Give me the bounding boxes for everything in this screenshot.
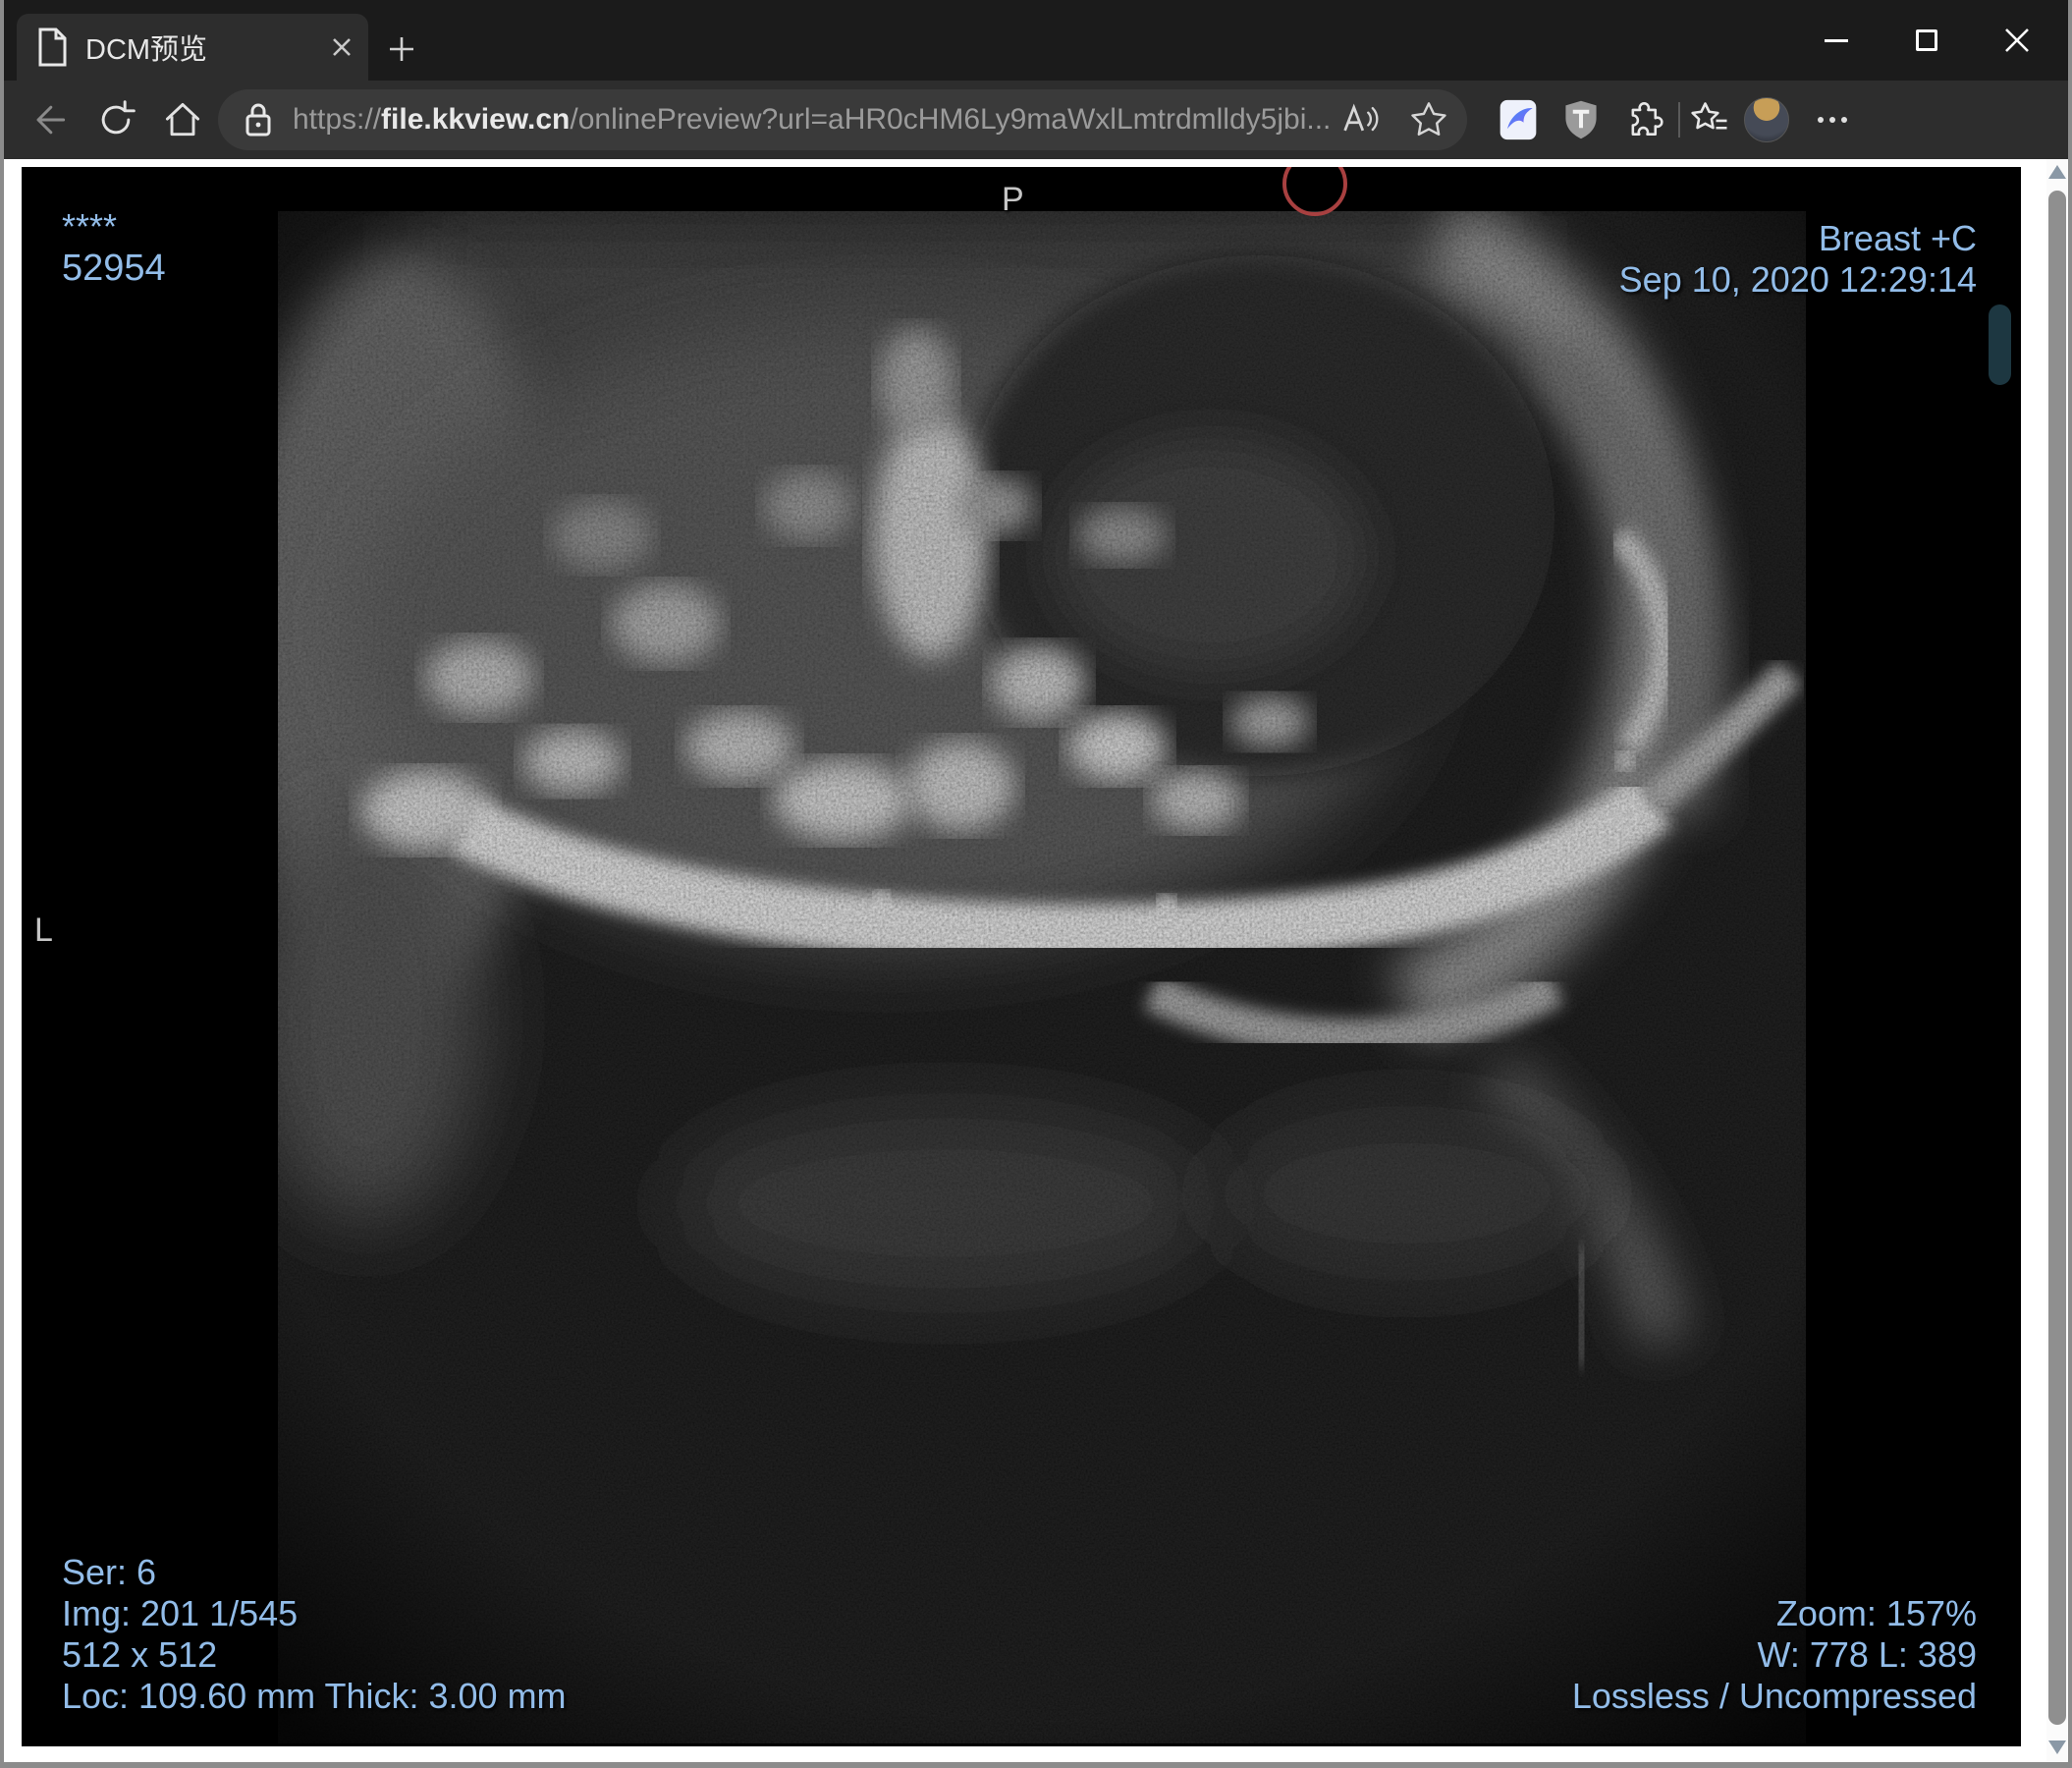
mri-image xyxy=(278,211,1806,1743)
scroll-down-arrow-icon[interactable] xyxy=(2048,1740,2066,1754)
zoom-level: Zoom: 157% xyxy=(1775,1593,1977,1633)
compression-info: Lossless / Uncompressed xyxy=(1571,1676,1977,1716)
slice-location: Loc: 109.60 mm Thick: 3.00 mm xyxy=(62,1676,567,1716)
puzzle-icon xyxy=(1631,102,1663,136)
page-scrollbar[interactable] xyxy=(2046,159,2068,1762)
close-icon xyxy=(2005,28,2029,52)
star-icon xyxy=(1411,102,1446,137)
tab-title: DCM预览 xyxy=(85,34,208,66)
extension-tampermonkey-button[interactable] xyxy=(1559,98,1603,141)
extension-thunder-button[interactable] xyxy=(1497,98,1540,141)
window-controls xyxy=(1791,0,2062,81)
patient-number: 52954 xyxy=(62,248,166,289)
url-scheme: https:// xyxy=(293,103,382,136)
overlay-top-left: **** 52954 xyxy=(62,206,166,289)
overlay-bottom-right: Zoom: 157% W: 778 L: 389 Lossless / Unco… xyxy=(1572,1593,1977,1717)
collections-button[interactable] xyxy=(1689,98,1732,141)
read-aloud-icon xyxy=(1343,103,1379,132)
new-tab-button[interactable] xyxy=(382,29,421,69)
favorite-star-button[interactable] xyxy=(1408,99,1449,140)
orientation-marker-left: L xyxy=(34,912,53,949)
browser-window: DCM预览 https://file.kkview.cn/onlinePrevi… xyxy=(0,0,2072,1768)
extensions-button[interactable] xyxy=(1620,98,1663,141)
study-name: Breast +C xyxy=(1818,218,1977,258)
url-path: /onlinePreview?url=aHR0cHM6Ly9maWxlLmtrd… xyxy=(570,103,1332,136)
minimize-icon xyxy=(1825,38,1848,42)
back-button[interactable] xyxy=(27,98,71,141)
refresh-button[interactable] xyxy=(94,98,137,141)
star-list-icon xyxy=(1691,102,1727,130)
home-icon xyxy=(165,102,200,137)
toolbar: https://file.kkview.cn/onlinePreview?url… xyxy=(4,81,2068,159)
shield-t-icon xyxy=(1565,100,1597,139)
read-aloud-button[interactable] xyxy=(1339,100,1383,139)
url-host: file.kkview.cn xyxy=(381,103,571,136)
url-text[interactable]: https://file.kkview.cn/onlinePreview?url… xyxy=(293,103,1339,137)
scroll-up-arrow-icon[interactable] xyxy=(2048,165,2066,179)
arrow-left-icon xyxy=(36,105,66,135)
series-number: Ser: 6 xyxy=(62,1552,157,1592)
browser-tab[interactable]: DCM预览 xyxy=(17,14,368,81)
matrix-size: 512 x 512 xyxy=(62,1634,218,1675)
lock-icon xyxy=(242,100,275,139)
close-tab-icon[interactable] xyxy=(329,34,354,60)
minimize-button[interactable] xyxy=(1791,0,1881,81)
bird-extension-icon xyxy=(1499,99,1537,140)
page-content: **** 52954 Breast +C Sep 10, 2020 12:29:… xyxy=(4,159,2068,1762)
profile-avatar[interactable] xyxy=(1744,97,1789,142)
overlay-bottom-left: Ser: 6 Img: 201 1/545 512 x 512 Loc: 109… xyxy=(62,1552,567,1717)
annotation-circle xyxy=(1282,167,1347,216)
settings-menu-button[interactable] xyxy=(1811,98,1854,141)
ellipsis-icon xyxy=(1818,117,1824,123)
refresh-icon xyxy=(101,100,136,135)
address-bar[interactable]: https://file.kkview.cn/onlinePreview?url… xyxy=(218,89,1467,150)
window-level: W: 778 L: 389 xyxy=(1757,1634,1978,1675)
scrollbar-thumb[interactable] xyxy=(2048,191,2066,1725)
study-datetime: Sep 10, 2020 12:29:14 xyxy=(1618,259,1977,300)
home-button[interactable] xyxy=(161,98,204,141)
patient-id-masked: **** xyxy=(62,206,118,247)
image-number: Img: 201 1/545 xyxy=(62,1593,299,1633)
titlebar: DCM预览 xyxy=(4,0,2068,81)
document-icon xyxy=(34,27,70,68)
stack-scroll-indicator[interactable] xyxy=(1989,304,2011,385)
overlay-top-right: Breast +C Sep 10, 2020 12:29:14 xyxy=(1619,218,1977,301)
maximize-button[interactable] xyxy=(1881,0,1972,81)
close-window-button[interactable] xyxy=(1972,0,2062,81)
toolbar-divider xyxy=(1678,102,1680,138)
maximize-icon xyxy=(1916,29,1937,51)
orientation-marker-posterior: P xyxy=(1002,181,1024,218)
dicom-canvas[interactable]: **** 52954 Breast +C Sep 10, 2020 12:29:… xyxy=(22,167,2021,1746)
